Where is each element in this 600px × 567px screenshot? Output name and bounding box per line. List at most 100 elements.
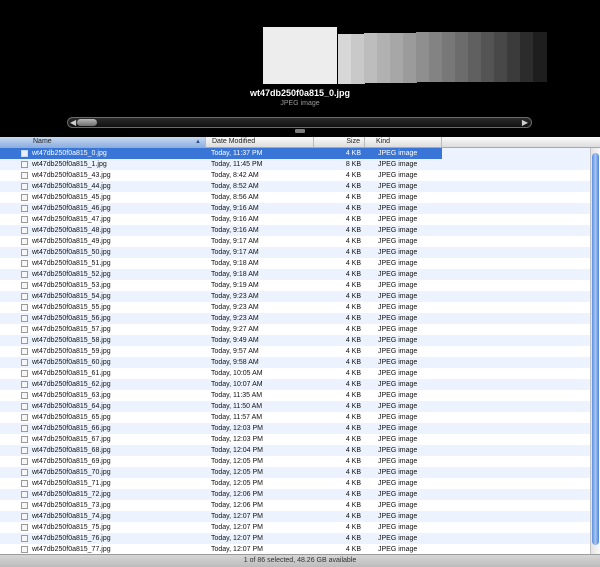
file-row[interactable]: wt47db250f0a815_50.jpg Today, 9:17 AM 4 KB… [0, 247, 590, 258]
file-size: 4 KB [345, 513, 361, 520]
file-name: wt47db250f0a815_72.jpg [32, 491, 111, 498]
file-row[interactable]: wt47db250f0a815_44.jpg Today, 8:52 AM 4 KB… [0, 181, 590, 192]
cover-flow-stack-card[interactable] [481, 31, 495, 82]
file-date-modified: Today, 8:42 AM [211, 172, 259, 179]
column-header-size[interactable]: Size [314, 137, 365, 147]
cover-flow-stack-card[interactable] [533, 31, 547, 82]
file-size: 4 KB [345, 381, 361, 388]
file-row[interactable]: wt47db250f0a815_73.jpg Today, 12:06 PM 4 K… [0, 500, 590, 511]
file-date-modified: Today, 12:05 PM [211, 480, 264, 487]
file-row[interactable]: wt47db250f0a815_77.jpg Today, 12:07 PM 4 K… [0, 544, 590, 554]
file-row[interactable]: wt47db250f0a815_66.jpg Today, 12:03 PM 4 K… [0, 423, 590, 434]
jpeg-file-icon [21, 447, 28, 454]
file-date-modified: Today, 12:06 PM [211, 502, 264, 509]
file-list-scroll-thumb[interactable] [592, 153, 599, 545]
jpeg-file-icon [21, 326, 28, 333]
file-date-modified: Today, 12:03 PM [211, 436, 264, 443]
column-header-date-modified[interactable]: Date Modified [206, 137, 314, 147]
file-row[interactable]: wt47db250f0a815_65.jpg Today, 11:57 AM 4 K… [0, 412, 590, 423]
file-row[interactable]: wt47db250f0a815_47.jpg Today, 9:16 AM 4 KB… [0, 214, 590, 225]
file-row[interactable]: wt47db250f0a815_72.jpg Today, 12:06 PM 4 K… [0, 489, 590, 500]
file-row[interactable]: wt47db250f0a815_48.jpg Today, 9:16 AM 4 KB… [0, 225, 590, 236]
jpeg-file-icon [21, 205, 28, 212]
scroll-left-arrow-icon[interactable]: ◀ [70, 117, 76, 128]
file-date-modified: Today, 12:07 PM [211, 535, 264, 542]
jpeg-file-icon [21, 436, 28, 443]
file-name: wt47db250f0a815_63.jpg [32, 392, 111, 399]
file-size: 4 KB [345, 271, 361, 278]
cover-flow-stack-card[interactable] [377, 33, 391, 84]
file-row[interactable]: wt47db250f0a815_74.jpg Today, 12:07 PM 4 K… [0, 511, 590, 522]
file-row[interactable]: wt47db250f0a815_49.jpg Today, 9:17 AM 4 KB… [0, 236, 590, 247]
file-name: wt47db250f0a815_69.jpg [32, 458, 111, 465]
file-list-vertical-scrollbar[interactable] [590, 148, 600, 554]
cover-flow-stack-card[interactable] [364, 33, 378, 84]
file-row[interactable]: wt47db250f0a815_60.jpg Today, 9:58 AM 4 KB… [0, 357, 590, 368]
file-date-modified: Today, 9:16 AM [211, 205, 259, 212]
cover-flow-stack-card[interactable] [507, 31, 521, 82]
column-header-name[interactable]: Name ▲ [0, 137, 206, 147]
file-row[interactable]: wt47db250f0a815_57.jpg Today, 9:27 AM 4 KB… [0, 324, 590, 335]
cover-flow-scroll-thumb[interactable] [77, 119, 97, 126]
list-column-header: Name ▲ Date Modified Size Kind [0, 137, 600, 148]
file-kind: JPEG image [378, 436, 418, 443]
cover-flow-stack-card[interactable] [416, 32, 430, 83]
preview-file-kind: JPEG image [280, 100, 320, 107]
file-row[interactable]: wt47db250f0a815_53.jpg Today, 9:19 AM 4 KB… [0, 280, 590, 291]
file-row[interactable]: wt47db250f0a815_61.jpg Today, 10:05 AM 4 K… [0, 368, 590, 379]
cover-flow-view[interactable]: wt47db250f0a815_0.jpg JPEG image ◀ ▶ [0, 0, 600, 137]
jpeg-file-icon [21, 216, 28, 223]
cover-flow-stack-card[interactable] [338, 34, 352, 84]
column-header-kind[interactable]: Kind [365, 137, 442, 147]
file-row[interactable]: wt47db250f0a815_56.jpg Today, 9:23 AM 4 KB… [0, 313, 590, 324]
file-row[interactable]: wt47db250f0a815_62.jpg Today, 10:07 AM 4 K… [0, 379, 590, 390]
cover-flow-scrollbar[interactable]: ◀ ▶ [67, 117, 532, 128]
file-row[interactable]: wt47db250f0a815_54.jpg Today, 9:23 AM 4 KB… [0, 291, 590, 302]
file-row[interactable]: wt47db250f0a815_58.jpg Today, 9:49 AM 4 KB… [0, 335, 590, 346]
file-row[interactable]: wt47db250f0a815_55.jpg Today, 9:23 AM 4 KB… [0, 302, 590, 313]
file-row[interactable]: wt47db250f0a815_46.jpg Today, 9:16 AM 4 KB… [0, 203, 590, 214]
file-kind: JPEG image [378, 150, 418, 157]
file-row[interactable]: wt47db250f0a815_43.jpg Today, 8:42 AM 4 KB… [0, 170, 590, 181]
cover-flow-stack-card[interactable] [390, 32, 404, 83]
jpeg-file-icon [21, 337, 28, 344]
scroll-right-arrow-icon[interactable]: ▶ [522, 117, 528, 128]
file-size: 4 KB [345, 194, 361, 201]
file-row[interactable]: wt47db250f0a815_70.jpg Today, 12:05 PM 4 K… [0, 467, 590, 478]
jpeg-file-icon [21, 172, 28, 179]
cover-flow-selected-image[interactable] [263, 27, 337, 84]
cover-flow-stack-card[interactable] [455, 31, 469, 82]
file-row[interactable]: wt47db250f0a815_75.jpg Today, 12:07 PM 4 K… [0, 522, 590, 533]
file-row[interactable]: wt47db250f0a815_71.jpg Today, 12:05 PM 4 K… [0, 478, 590, 489]
file-row[interactable]: wt47db250f0a815_52.jpg Today, 9:18 AM 4 KB… [0, 269, 590, 280]
cover-flow-stack-card[interactable] [468, 31, 482, 82]
file-row[interactable]: wt47db250f0a815_63.jpg Today, 11:35 AM 4 K… [0, 390, 590, 401]
file-row[interactable]: wt47db250f0a815_67.jpg Today, 12:03 PM 4 K… [0, 434, 590, 445]
file-row[interactable]: wt47db250f0a815_76.jpg Today, 12:07 PM 4 K… [0, 533, 590, 544]
split-view-resize-handle[interactable] [295, 129, 305, 133]
file-date-modified: Today, 9:57 AM [211, 348, 259, 355]
file-date-modified: Today, 9:58 AM [211, 359, 259, 366]
file-row[interactable]: wt47db250f0a815_0.jpg Today, 11:37 PM 4 KB… [0, 148, 590, 159]
cover-flow-stack-card[interactable] [403, 32, 417, 83]
jpeg-file-icon [21, 480, 28, 487]
column-header-size-label: Size [346, 138, 360, 145]
file-date-modified: Today, 11:50 AM [211, 403, 263, 410]
file-kind: JPEG image [378, 447, 418, 454]
file-row[interactable]: wt47db250f0a815_69.jpg Today, 12:05 PM 4 K… [0, 456, 590, 467]
file-row[interactable]: wt47db250f0a815_51.jpg Today, 9:18 AM 4 KB… [0, 258, 590, 269]
cover-flow-stack-card[interactable] [494, 31, 508, 82]
cover-flow-stack-card[interactable] [429, 31, 443, 82]
file-row[interactable]: wt47db250f0a815_45.jpg Today, 8:56 AM 4 KB… [0, 192, 590, 203]
cover-flow-stack-card[interactable] [520, 31, 534, 82]
jpeg-file-icon [21, 469, 28, 476]
file-row[interactable]: wt47db250f0a815_64.jpg Today, 11:50 AM 4 K… [0, 401, 590, 412]
file-row[interactable]: wt47db250f0a815_59.jpg Today, 9:57 AM 4 KB… [0, 346, 590, 357]
file-row[interactable]: wt47db250f0a815_1.jpg Today, 11:45 PM 8 KB… [0, 159, 590, 170]
file-row[interactable]: wt47db250f0a815_68.jpg Today, 12:04 PM 4 K… [0, 445, 590, 456]
cover-flow-stack-card[interactable] [351, 33, 365, 84]
file-date-modified: Today, 11:35 AM [211, 392, 263, 399]
file-kind: JPEG image [378, 513, 418, 520]
cover-flow-stack-card[interactable] [442, 31, 456, 82]
file-date-modified: Today, 9:23 AM [211, 293, 259, 300]
